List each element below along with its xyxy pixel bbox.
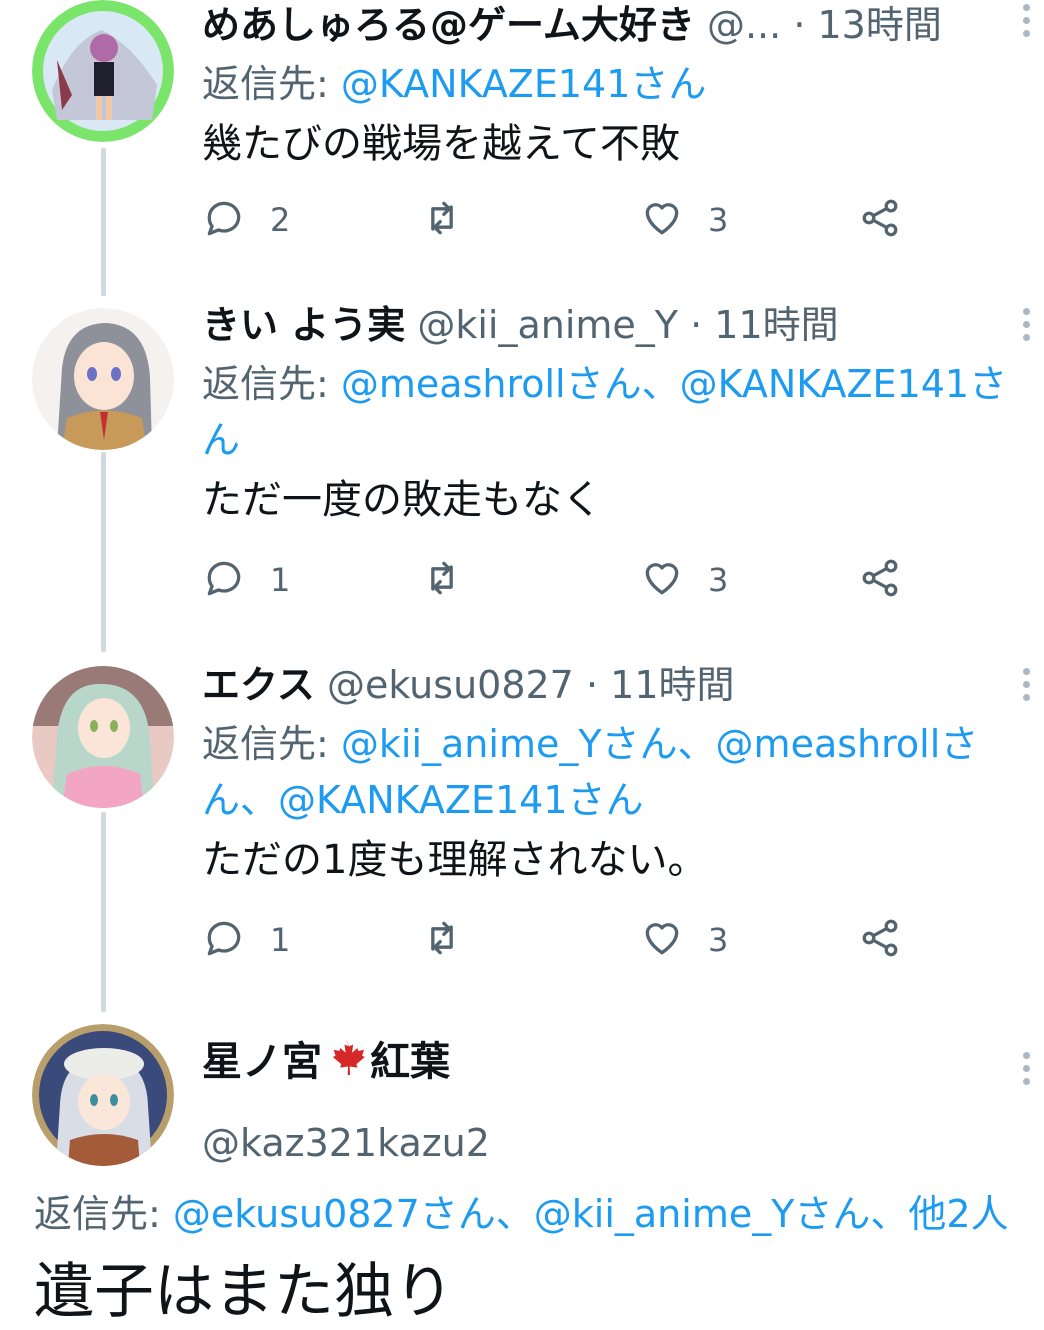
like-count: 3 [708, 201, 729, 239]
more-icon[interactable] [1022, 1052, 1030, 1085]
like-button[interactable]: 3 [640, 190, 728, 250]
retweet-icon [420, 196, 464, 244]
reply-count: 1 [270, 921, 291, 959]
reply-icon [202, 196, 246, 244]
reply-to: 返信先: @kii_anime_Yさん、@meashrollさん、@KANKAZ… [202, 716, 1024, 828]
like-count: 3 [708, 561, 729, 599]
reply-to-label: 返信先: [202, 722, 341, 766]
timestamp[interactable]: 11時間 [610, 663, 734, 707]
separator-dot: · [585, 663, 599, 707]
thread-line [101, 148, 106, 296]
like-count: 3 [708, 921, 729, 959]
like-icon [640, 196, 684, 244]
avatar[interactable] [32, 1024, 174, 1166]
reply-icon [202, 916, 246, 964]
tweet-text: 幾たびの戦場を越えて不敗 [202, 121, 680, 167]
tweet-text: 遺子はまた独り [34, 1257, 454, 1327]
retweet-icon [420, 556, 464, 604]
tweet-text: ただ一度の敗走もなく [202, 477, 602, 523]
share-button[interactable] [858, 190, 902, 250]
reply-to-label: 返信先: [34, 1192, 173, 1236]
reply-mention[interactable]: @ekusu0827さん、@kii_anime_Yさん、他2人 [173, 1192, 1009, 1236]
share-icon [858, 196, 902, 244]
separator-dot: · [690, 303, 703, 347]
more-icon[interactable] [1022, 308, 1030, 341]
tweet-header: めあしゅろる@ゲーム大好き @... · 13時間 [202, 0, 1024, 50]
user-handle[interactable]: @ekusu0827 [327, 663, 574, 707]
retweet-button[interactable] [420, 910, 464, 970]
like-icon [640, 556, 684, 604]
reply-count: 1 [270, 561, 291, 599]
reply-to-label: 返信先: [202, 362, 341, 406]
display-name[interactable]: きい よう実 [202, 303, 405, 347]
user-handle[interactable]: @... [707, 3, 781, 47]
maple-leaf-icon [324, 1037, 368, 1096]
avatar[interactable] [32, 0, 174, 142]
retweet-button[interactable] [420, 550, 464, 610]
avatar[interactable] [32, 308, 174, 450]
reply-button[interactable]: 2 [202, 190, 290, 250]
separator-dot: · [793, 3, 806, 47]
reply-to: 返信先: @meashrollさん、@KANKAZE141さん [202, 356, 1024, 468]
tweet-text: ただの1度も理解されない。 [202, 837, 708, 883]
reply-count: 2 [270, 201, 291, 239]
action-bar: 2 3 [202, 190, 922, 250]
tweet-header: エクス @ekusu0827 · 11時間 [202, 660, 1024, 710]
thread-line [101, 812, 106, 1012]
action-bar: 1 3 [202, 910, 922, 970]
like-button[interactable]: 3 [640, 550, 728, 610]
retweet-button[interactable] [420, 190, 464, 250]
reply-button[interactable]: 1 [202, 910, 290, 970]
display-name[interactable]: エクス [202, 663, 315, 707]
reply-mention[interactable]: @KANKAZE141さん [341, 62, 707, 106]
reply-to-label: 返信先: [202, 62, 341, 106]
display-name[interactable]: めあしゅろる@ゲーム大好き [202, 3, 695, 47]
display-name[interactable]: 星ノ宮 [202, 1039, 322, 1085]
timestamp[interactable]: 11時間 [714, 303, 838, 347]
more-icon[interactable] [1022, 4, 1030, 37]
like-icon [640, 916, 684, 964]
share-button[interactable] [858, 910, 902, 970]
user-handle[interactable]: @kii_anime_Y [417, 303, 678, 347]
like-button[interactable]: 3 [640, 910, 728, 970]
display-name[interactable]: 紅葉 [370, 1039, 450, 1085]
user-handle[interactable]: @kaz321kazu2 [202, 1118, 1024, 1168]
share-icon [858, 556, 902, 604]
share-icon [858, 916, 902, 964]
retweet-icon [420, 916, 464, 964]
reply-button[interactable]: 1 [202, 550, 290, 610]
more-icon[interactable] [1022, 668, 1030, 701]
action-bar: 1 3 [202, 550, 922, 610]
share-button[interactable] [858, 550, 902, 610]
display-name-row: 星ノ宮 紅葉 [202, 1034, 1024, 1096]
thread-line [101, 452, 106, 652]
avatar[interactable] [32, 666, 174, 808]
tweet-header: きい よう実 @kii_anime_Y · 11時間 [202, 300, 1024, 350]
timestamp[interactable]: 13時間 [818, 3, 942, 47]
reply-to: 返信先: @ekusu0827さん、@kii_anime_Yさん、他2人 [34, 1186, 1009, 1242]
reply-to: 返信先: @KANKAZE141さん [202, 56, 1024, 112]
reply-icon [202, 556, 246, 604]
